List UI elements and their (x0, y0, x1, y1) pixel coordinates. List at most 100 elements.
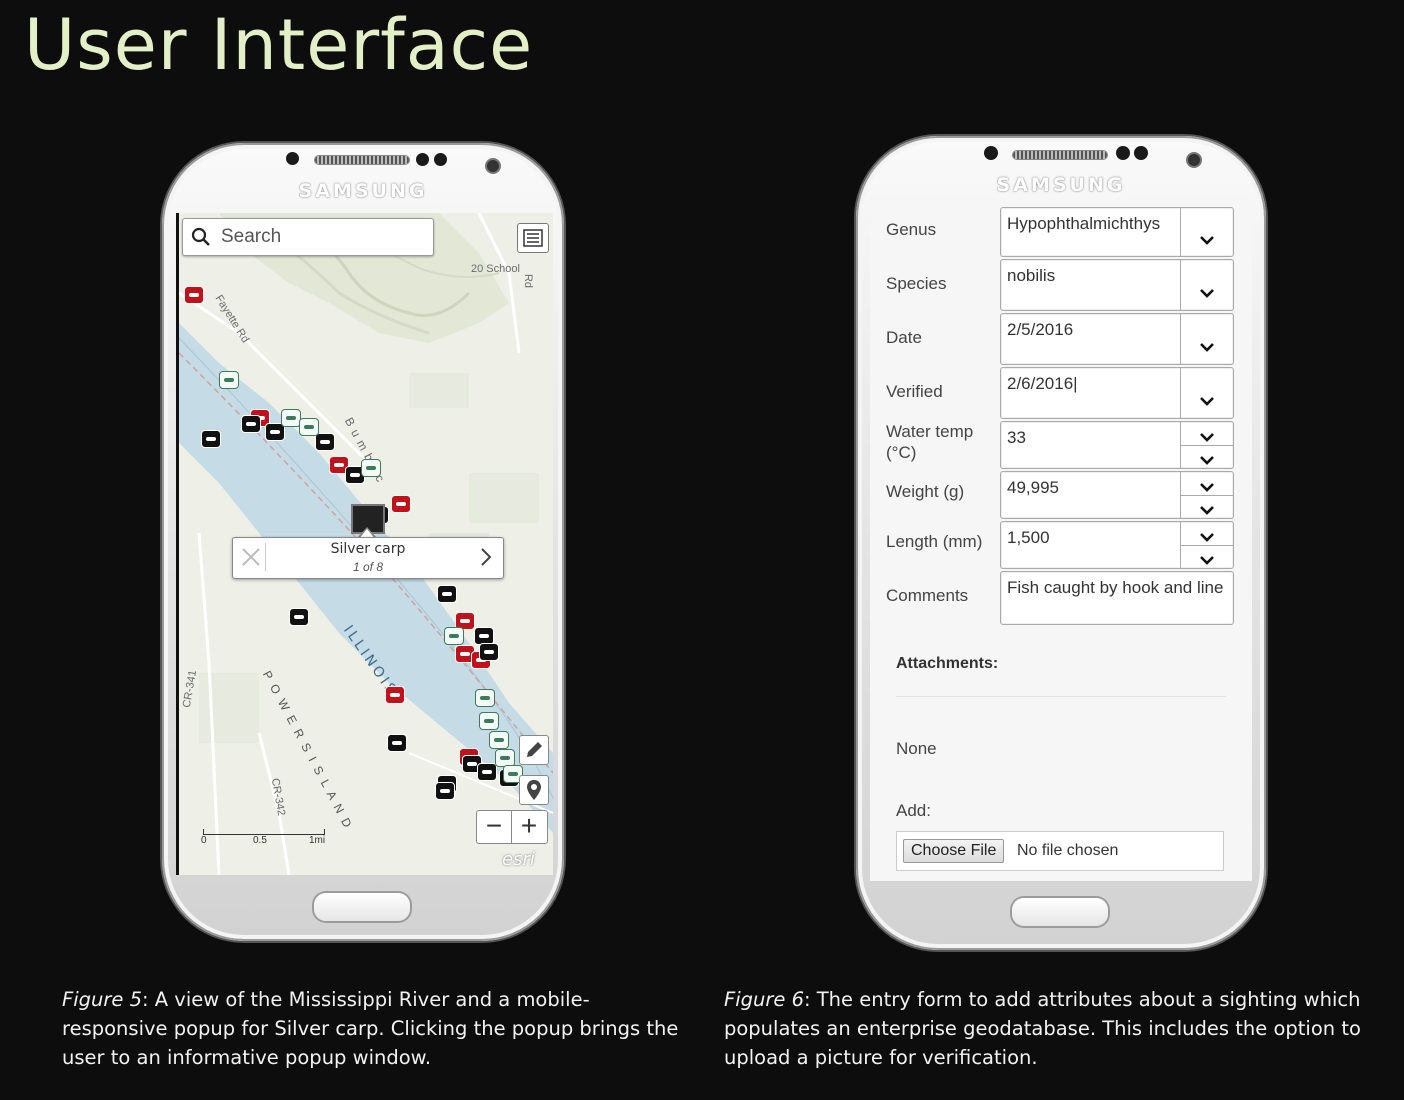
fish-sighting-marker-white[interactable] (479, 712, 499, 730)
fish-icon (206, 437, 216, 441)
spinner-step-button[interactable] (1199, 529, 1215, 547)
fish-sighting-marker-red[interactable] (391, 495, 411, 513)
esri-logo: esri (502, 849, 535, 870)
field-divider (1180, 208, 1181, 256)
fish-sighting-marker-black[interactable] (387, 734, 407, 752)
zoom-control: − + (476, 810, 548, 844)
fish-sighting-marker-white[interactable] (444, 627, 464, 645)
field-input-comments[interactable]: Fish caught by hook and line (1000, 571, 1234, 625)
field-value: Fish caught by hook and line (1007, 578, 1224, 597)
home-button[interactable] (314, 893, 410, 921)
field-label-species: Species (886, 274, 947, 293)
fish-icon (460, 652, 470, 656)
figure-5-caption: Figure 5: A view of the Mississippi Rive… (62, 985, 687, 1072)
entry-form-screen: Genus Hypophthalmichthys Species nobilis Dat… (870, 207, 1252, 881)
field-input-water[interactable]: 33 (1000, 421, 1234, 469)
scale-tick-half: 0.5 (253, 835, 267, 846)
spinner-step-button[interactable] (1199, 552, 1215, 570)
caption-text: : The entry form to add attributes about… (724, 988, 1361, 1069)
fish-icon (334, 463, 344, 467)
fish-icon (500, 756, 510, 760)
fish-icon (286, 416, 296, 420)
fish-icon (189, 293, 199, 297)
dropdown-button[interactable] (1199, 393, 1215, 411)
chevron-down-icon (1200, 236, 1214, 245)
fish-sighting-marker-red[interactable] (385, 686, 405, 704)
fish-sighting-marker-white[interactable] (475, 689, 495, 707)
fish-icon (246, 422, 256, 426)
caption-figure-label: Figure 5 (62, 988, 142, 1011)
scale-tick-0: 0 (201, 835, 207, 846)
sensor-dot-icon (1134, 146, 1148, 160)
field-input-species[interactable]: nobilis (1000, 259, 1234, 311)
fish-icon (482, 770, 492, 774)
chevron-down-icon (1200, 289, 1214, 298)
fish-icon (350, 473, 360, 477)
fish-sighting-marker-black[interactable] (241, 415, 261, 433)
chevron-down-icon (1200, 483, 1214, 492)
field-label-weight: Weight (g) (886, 482, 965, 501)
zoom-in-button[interactable]: + (512, 811, 546, 843)
spinner-step-button[interactable] (1199, 452, 1215, 470)
field-input-verified[interactable]: 2/6/2016| (1000, 367, 1234, 419)
fish-sighting-marker-red[interactable] (184, 286, 204, 304)
map-search-box (182, 218, 434, 256)
field-input-genus[interactable]: Hypophthalmichthys (1000, 207, 1234, 257)
fish-sighting-marker-black[interactable] (201, 430, 221, 448)
caption-text: : A view of the Mississippi River and a … (62, 988, 679, 1069)
field-divider (1180, 260, 1181, 310)
edit-button[interactable] (519, 735, 549, 765)
field-input-length[interactable]: 1,500 (1000, 521, 1234, 569)
fish-icon (270, 430, 280, 434)
fish-sighting-marker-white[interactable] (281, 409, 301, 427)
fish-sighting-marker-white[interactable] (489, 731, 509, 749)
search-input[interactable] (219, 223, 423, 251)
chevron-down-icon (1200, 456, 1214, 465)
silver-carp-popup[interactable]: Silver carp 1 of 8 (232, 537, 504, 579)
choose-file-button[interactable]: Choose File (903, 839, 1005, 863)
dropdown-button[interactable] (1199, 285, 1215, 303)
chevron-down-icon (1200, 343, 1214, 352)
file-upload-field: Choose File No file chosen (896, 831, 1224, 871)
map-label-school-rd: 20 School (471, 263, 520, 275)
fish-sighting-marker-black[interactable] (437, 585, 457, 603)
fish-sighting-marker-white[interactable] (299, 418, 319, 436)
brand-logo: SAMSUNG (298, 180, 428, 202)
zoom-out-button[interactable]: − (477, 811, 512, 843)
field-value: 1,500 (1007, 528, 1050, 547)
map-label-rd: Rd (522, 273, 535, 289)
popup-next-button[interactable] (479, 546, 493, 572)
map-screen[interactable]: 20 School Rd Fayette Rd B u m b a c ILLI… (176, 213, 553, 875)
earpiece-speaker (1013, 151, 1107, 159)
fish-sighting-marker-black[interactable] (435, 782, 455, 800)
spinner-step-button[interactable] (1199, 479, 1215, 497)
fish-icon (494, 738, 504, 742)
phone-form-device: SAMSUNG Genus Hypophthalmichthys Species no… (856, 136, 1266, 950)
dropdown-button[interactable] (1199, 232, 1215, 250)
fish-sighting-marker-black[interactable] (477, 763, 497, 781)
phone-map-device: SAMSUNG 20 School Rd Fayette Rd B u m b … (162, 143, 564, 941)
field-value: 33 (1007, 428, 1026, 447)
dropdown-button[interactable] (1199, 339, 1215, 357)
fish-sighting-marker-black[interactable] (479, 643, 499, 661)
caption-figure-label: Figure 6 (724, 988, 804, 1011)
layer-list-menu-button[interactable] (517, 223, 549, 253)
field-value: 2/5/2016 (1007, 320, 1074, 339)
chevron-down-icon (1200, 556, 1214, 565)
map-canvas[interactable]: 20 School Rd Fayette Rd B u m b a c ILLI… (179, 213, 553, 875)
spinner-step-button[interactable] (1199, 502, 1215, 520)
fish-sighting-marker-black[interactable] (289, 608, 309, 626)
field-input-date[interactable]: 2/5/2016 (1000, 313, 1234, 365)
spinner-step-button[interactable] (1199, 429, 1215, 447)
fish-sighting-marker-white[interactable] (219, 371, 239, 389)
locate-button[interactable] (519, 775, 549, 805)
figure-6-caption: Figure 6: The entry form to add attribut… (724, 985, 1384, 1072)
scale-tick-1mi: 1mi (309, 835, 326, 846)
field-label-comments: Comments (886, 586, 969, 605)
chevron-down-icon (1200, 397, 1214, 406)
home-button[interactable] (1012, 898, 1108, 926)
field-input-weight[interactable]: 49,995 (1000, 471, 1234, 519)
fish-sighting-marker-white[interactable] (361, 459, 381, 477)
fish-sighting-marker-black[interactable] (315, 433, 335, 451)
fish-icon (467, 762, 477, 766)
